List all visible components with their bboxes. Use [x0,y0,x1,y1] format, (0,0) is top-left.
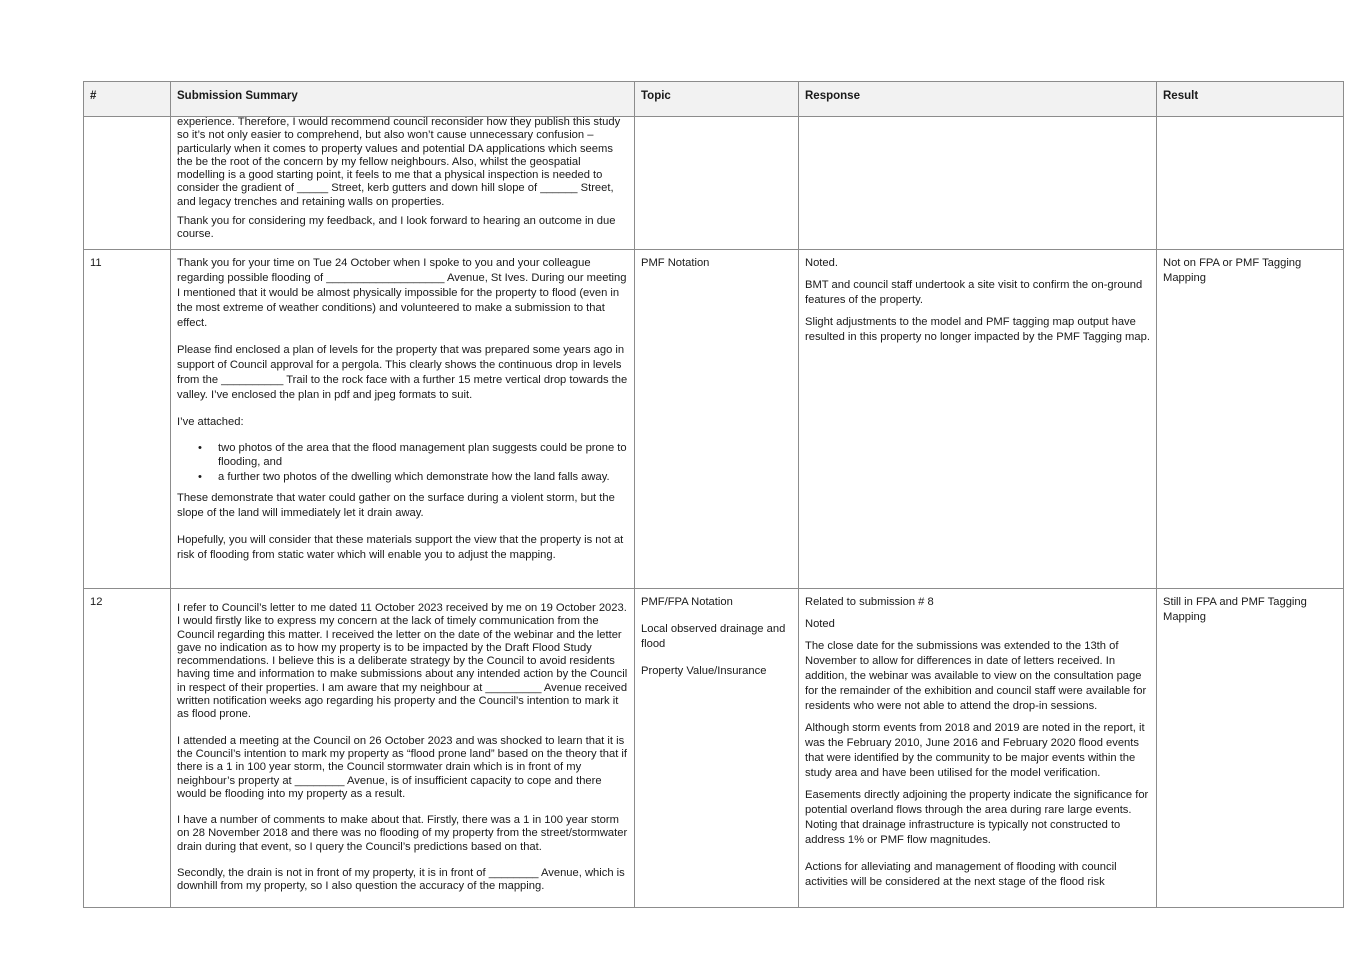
summary-paragraph: Thank you for your time on Tue 24 Octobe… [177,257,627,329]
submissions-table: # Submission Summary Topic Response Resu… [83,81,1344,908]
topic-item: Local observed drainage and flood [641,623,786,650]
response-paragraph: BMT and council staff undertook a site v… [805,279,1143,306]
summary-paragraph: These demonstrate that water could gathe… [177,491,615,519]
response-paragraph: Although storm events from 2018 and 2019… [805,722,1145,779]
list-item: two photos of the area that the flood ma… [177,442,628,469]
response-paragraph: Noted. [805,257,838,269]
row-number [84,117,171,249]
header-result: Result [1163,90,1199,102]
response-paragraph: The close date for the submissions was e… [805,640,1147,712]
submission-summary-cell: Thank you for your time on Tue 24 Octobe… [171,250,635,588]
result-cell [1157,117,1343,249]
response-cell [799,117,1157,249]
response-paragraph: Actions for alleviating and management o… [805,861,1117,888]
header-response: Response [799,82,1157,116]
summary-paragraph: Secondly, the drain is not in front of m… [177,867,625,893]
row-number: 11 [84,250,171,588]
topic-item: PMF/FPA Notation [641,596,733,608]
header-submission-summary: Submission Summary [171,82,635,116]
summary-paragraph: experience. Therefore, I would recommend… [177,117,621,208]
summary-paragraph: I refer to Council’s letter to me dated … [177,602,628,721]
response-paragraph: Related to submission # 8 [805,596,934,608]
summary-paragraph: Please find enclosed a plan of levels fo… [177,344,628,401]
topic-cell: PMF Notation [635,250,799,588]
list-item: a further two photos of the dwelling whi… [177,471,628,485]
topic-item: PMF Notation [641,257,710,269]
response-cell: Related to submission # 8 Noted The clos… [799,589,1157,907]
summary-paragraph: I attended a meeting at the Council on 2… [177,734,628,800]
submission-summary-cell: experience. Therefore, I would recommend… [171,117,635,249]
table-row: 12 I refer to Council’s letter to me dat… [84,589,1343,907]
header-topic: Topic [635,82,799,116]
topic-cell [635,117,799,249]
response-cell: Noted. BMT and council staff undertook a… [799,250,1157,588]
summary-paragraph: I have a number of comments to make abou… [177,814,628,853]
table-header-row: # Submission Summary Topic Response Resu… [84,82,1343,117]
summary-paragraph: I’ve attached: [177,416,244,428]
result-cell: Still in FPA and PMF Tagging Mapping [1163,596,1307,623]
topic-cell: PMF/FPA Notation Local observed drainage… [635,589,799,907]
result-cell: Not on FPA or PMF Tagging Mapping [1163,257,1302,284]
row-number: 12 [84,589,171,907]
table-row: experience. Therefore, I would recommend… [84,117,1343,250]
response-paragraph: Slight adjustments to the model and PMF … [805,316,1150,343]
summary-paragraph: Thank you for considering my feedback, a… [177,215,616,241]
response-paragraph: Easements directly adjoining the propert… [805,789,1149,846]
summary-paragraph: Hopefully, you will consider that these … [177,533,624,561]
response-paragraph: Noted [805,618,835,630]
table-row: 11 Thank you for your time on Tue 24 Oct… [84,250,1343,589]
submission-summary-cell: I refer to Council’s letter to me dated … [171,589,635,907]
topic-item: Property Value/Insurance [641,665,767,677]
header-number: # [84,82,171,116]
attachment-list: two photos of the area that the flood ma… [177,442,628,485]
